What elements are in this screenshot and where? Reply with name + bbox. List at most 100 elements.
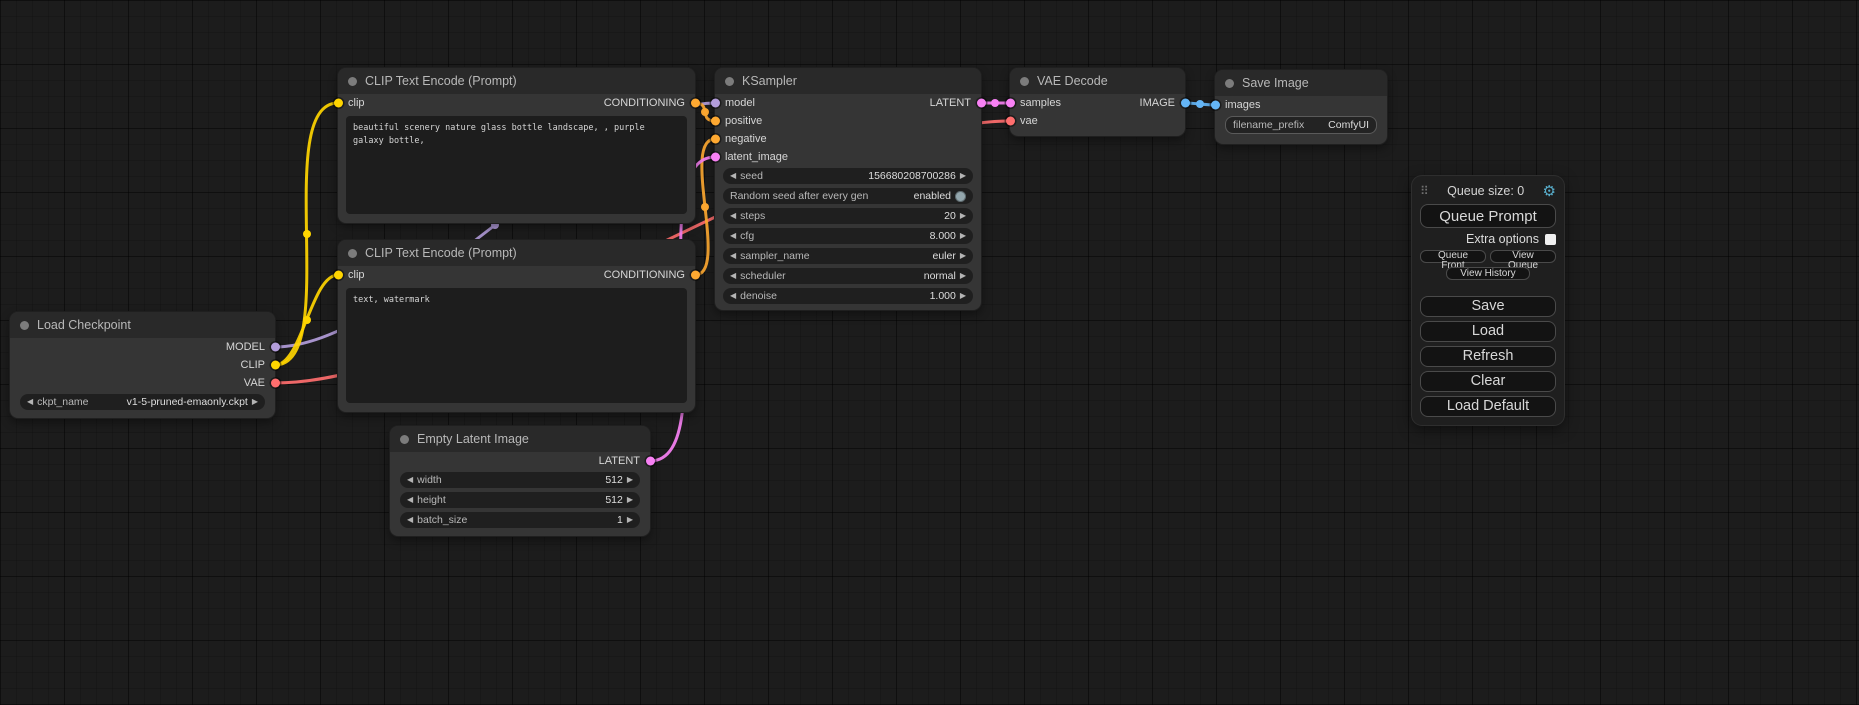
collapse-dot-icon[interactable] <box>725 77 734 86</box>
output-slot-model[interactable] <box>271 343 280 352</box>
input-slot-vae[interactable] <box>1006 117 1015 126</box>
next-arrow-icon[interactable]: ▶ <box>627 516 633 524</box>
queue-size-label: Queue size: 0 <box>1429 184 1543 198</box>
collapse-dot-icon[interactable] <box>20 321 29 330</box>
input-slot-positive[interactable] <box>711 117 720 126</box>
widget-filename-prefix[interactable]: filename_prefix ComfyUI <box>1225 116 1377 134</box>
node-title-bar[interactable]: Load Checkpoint <box>10 312 275 338</box>
node-title-bar[interactable]: CLIP Text Encode (Prompt) <box>338 240 695 266</box>
extra-options-checkbox[interactable] <box>1545 234 1556 245</box>
output-slot-conditioning[interactable] <box>691 99 700 108</box>
widget-cfg[interactable]: ◀ cfg 8.000 ▶ <box>723 228 973 244</box>
positive-prompt-textarea[interactable]: beautiful scenery nature glass bottle la… <box>346 116 687 214</box>
node-clip-text-encode-negative[interactable]: CLIP Text Encode (Prompt) clip CONDITION… <box>338 240 695 412</box>
widget-ckpt-name[interactable]: ◀ ckpt_name v1-5-pruned-emaonly.ckpt ▶ <box>20 394 265 410</box>
prev-arrow-icon[interactable]: ◀ <box>27 398 33 406</box>
prev-arrow-icon[interactable]: ◀ <box>407 516 413 524</box>
input-slot-model[interactable] <box>711 99 720 108</box>
save-button[interactable]: Save <box>1420 296 1556 317</box>
next-arrow-icon[interactable]: ▶ <box>960 232 966 240</box>
widget-value: v1-5-pruned-emaonly.ckpt <box>127 396 248 408</box>
refresh-button[interactable]: Refresh <box>1420 346 1556 367</box>
widget-sampler-name[interactable]: ◀ sampler_name euler ▶ <box>723 248 973 264</box>
output-slot-conditioning[interactable] <box>691 271 700 280</box>
view-queue-button[interactable]: View Queue <box>1490 250 1556 263</box>
view-history-button[interactable]: View History <box>1446 267 1530 280</box>
node-title-bar[interactable]: Empty Latent Image <box>390 426 650 452</box>
node-title-bar[interactable]: CLIP Text Encode (Prompt) <box>338 68 695 94</box>
node-title-bar[interactable]: KSampler <box>715 68 981 94</box>
input-slot-latent-image[interactable] <box>711 153 720 162</box>
input-slot-images[interactable] <box>1211 101 1220 110</box>
node-title: VAE Decode <box>1037 74 1108 88</box>
next-arrow-icon[interactable]: ▶ <box>960 252 966 260</box>
output-slot-clip[interactable] <box>271 361 280 370</box>
widget-random-seed-toggle[interactable]: Random seed after every gen enabled <box>723 188 973 204</box>
output-slot-image[interactable] <box>1181 99 1190 108</box>
collapse-dot-icon[interactable] <box>1020 77 1029 86</box>
node-empty-latent-image[interactable]: Empty Latent Image LATENT ◀ width 512 ▶ … <box>390 426 650 536</box>
prev-arrow-icon[interactable]: ◀ <box>730 232 736 240</box>
node-title-bar[interactable]: VAE Decode <box>1010 68 1185 94</box>
next-arrow-icon[interactable]: ▶ <box>627 476 633 484</box>
drag-handle-icon[interactable]: ⠿ <box>1420 184 1429 198</box>
prev-arrow-icon[interactable]: ◀ <box>730 212 736 220</box>
widget-batch-size[interactable]: ◀ batch_size 1 ▶ <box>400 512 640 528</box>
output-slot-latent[interactable] <box>977 99 986 108</box>
clear-button[interactable]: Clear <box>1420 371 1556 392</box>
negative-prompt-textarea[interactable]: text, watermark <box>346 288 687 403</box>
node-save-image[interactable]: Save Image images filename_prefix ComfyU… <box>1215 70 1387 144</box>
node-graph-canvas[interactable]: Load Checkpoint MODEL CLIP VAE ◀ ckpt_na… <box>0 0 1859 705</box>
collapse-dot-icon[interactable] <box>400 435 409 444</box>
collapse-dot-icon[interactable] <box>348 249 357 258</box>
input-slot-negative[interactable] <box>711 135 720 144</box>
input-slot-samples[interactable] <box>1006 99 1015 108</box>
slot-row: CLIP <box>10 356 275 374</box>
output-label-conditioning: CONDITIONING <box>604 97 685 109</box>
next-arrow-icon[interactable]: ▶ <box>960 212 966 220</box>
output-slot-latent[interactable] <box>646 457 655 466</box>
node-title: Save Image <box>1242 76 1309 90</box>
output-slot-vae[interactable] <box>271 379 280 388</box>
slot-row: vae <box>1010 112 1185 130</box>
node-title: CLIP Text Encode (Prompt) <box>365 74 517 88</box>
widget-value: ComfyUI <box>1328 119 1369 131</box>
collapse-dot-icon[interactable] <box>348 77 357 86</box>
slot-row: latent_image <box>715 148 981 166</box>
widget-denoise[interactable]: ◀ denoise 1.000 ▶ <box>723 288 973 304</box>
widget-value: 156680208700286 <box>868 170 956 182</box>
widget-value: 512 <box>605 474 623 486</box>
prev-arrow-icon[interactable]: ◀ <box>730 272 736 280</box>
input-slot-clip[interactable] <box>334 99 343 108</box>
node-vae-decode[interactable]: VAE Decode samples IMAGE vae <box>1010 68 1185 136</box>
prev-arrow-icon[interactable]: ◀ <box>730 292 736 300</box>
node-title-bar[interactable]: Save Image <box>1215 70 1387 96</box>
input-slot-clip[interactable] <box>334 271 343 280</box>
extra-options-label: Extra options <box>1466 232 1539 246</box>
widget-width[interactable]: ◀ width 512 ▶ <box>400 472 640 488</box>
prev-arrow-icon[interactable]: ◀ <box>407 496 413 504</box>
node-ksampler[interactable]: KSampler model LATENT positive negative … <box>715 68 981 310</box>
load-button[interactable]: Load <box>1420 321 1556 342</box>
widget-seed[interactable]: ◀ seed 156680208700286 ▶ <box>723 168 973 184</box>
queue-front-button[interactable]: Queue Front <box>1420 250 1486 263</box>
collapse-dot-icon[interactable] <box>1225 79 1234 88</box>
queue-prompt-button[interactable]: Queue Prompt <box>1420 204 1556 228</box>
node-load-checkpoint[interactable]: Load Checkpoint MODEL CLIP VAE ◀ ckpt_na… <box>10 312 275 418</box>
settings-gear-icon[interactable]: ⚙ <box>1543 184 1556 199</box>
widget-scheduler[interactable]: ◀ scheduler normal ▶ <box>723 268 973 284</box>
load-default-button[interactable]: Load Default <box>1420 396 1556 417</box>
toggle-knob-icon[interactable] <box>955 191 966 202</box>
widget-value: 1.000 <box>930 290 956 302</box>
next-arrow-icon[interactable]: ▶ <box>960 292 966 300</box>
next-arrow-icon[interactable]: ▶ <box>960 172 966 180</box>
node-clip-text-encode-positive[interactable]: CLIP Text Encode (Prompt) clip CONDITION… <box>338 68 695 223</box>
widget-height[interactable]: ◀ height 512 ▶ <box>400 492 640 508</box>
next-arrow-icon[interactable]: ▶ <box>252 398 258 406</box>
next-arrow-icon[interactable]: ▶ <box>960 272 966 280</box>
prev-arrow-icon[interactable]: ◀ <box>730 252 736 260</box>
next-arrow-icon[interactable]: ▶ <box>627 496 633 504</box>
widget-steps[interactable]: ◀ steps 20 ▶ <box>723 208 973 224</box>
prev-arrow-icon[interactable]: ◀ <box>730 172 736 180</box>
prev-arrow-icon[interactable]: ◀ <box>407 476 413 484</box>
